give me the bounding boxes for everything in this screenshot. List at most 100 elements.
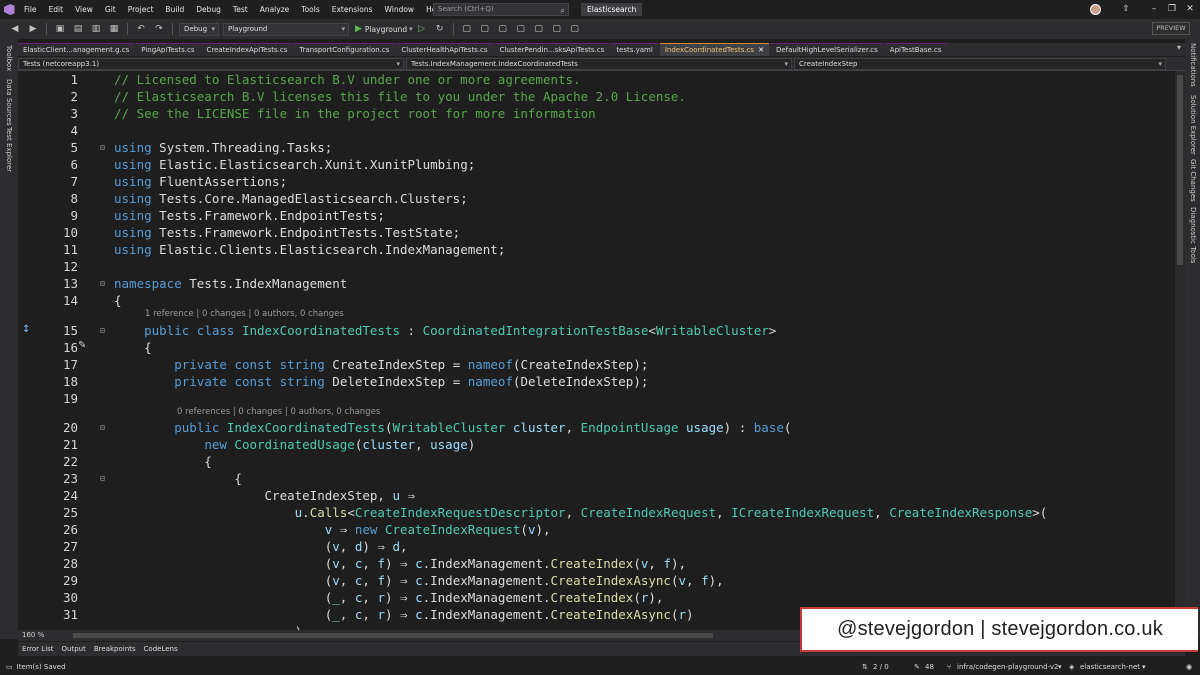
search-input[interactable]: Search (Ctrl+Q) ⌕ (433, 3, 569, 16)
tab-transportconfiguration[interactable]: TransportConfiguration.cs (294, 43, 395, 56)
close-tab-icon[interactable]: ✕ (758, 46, 764, 54)
tab-overflow-chevron-down-icon[interactable]: ▾ (1177, 43, 1181, 52)
tab-codelens[interactable]: CodeLens (140, 642, 182, 656)
avatar[interactable] (1090, 4, 1101, 15)
tab-clusterhealthapitests[interactable]: ClusterHealthApiTests.cs (396, 43, 493, 56)
code-line: { (114, 293, 122, 308)
tab-output[interactable]: Output (58, 642, 90, 656)
redo-icon[interactable]: ↷ (152, 22, 166, 36)
toolbar-button-icon[interactable]: ▢ (514, 22, 528, 36)
implementation-glyph-icon[interactable]: ↕ (22, 324, 30, 335)
scrollbar-thumb[interactable] (1177, 75, 1183, 265)
menu-test[interactable]: Test (227, 0, 254, 19)
menu-analyze[interactable]: Analyze (254, 0, 296, 19)
tab-indexcoordinatedtests[interactable]: IndexCoordinatedTests.cs ✕ (659, 43, 769, 56)
code-line: namespace Tests.IndexManagement (114, 276, 348, 291)
save-all-icon[interactable]: ▦ (107, 22, 121, 36)
hot-reload-icon[interactable]: ↻ (433, 22, 447, 36)
toolbox-tab[interactable]: Toolbox (5, 45, 13, 71)
line-number: 3 (70, 106, 78, 121)
forward-icon[interactable]: ▶ (26, 22, 40, 36)
project-dropdown[interactable]: Tests (netcoreapp3.1) (18, 57, 404, 70)
toolbar-button-icon[interactable]: ▢ (532, 22, 546, 36)
run-target-chevron-down-icon[interactable]: ▾ (409, 25, 413, 33)
collapse-icon[interactable]: ⊟ (100, 143, 105, 152)
run-target-button[interactable]: Playground (365, 25, 407, 34)
menu-tools[interactable]: Tools (295, 0, 325, 19)
type-dropdown[interactable]: Tests.IndexManagement.IndexCoordinatedTe… (406, 57, 792, 70)
preview-button[interactable]: PREVIEW (1152, 22, 1190, 35)
codelens-constructor[interactable]: 0 references | 0 changes | 0 authors, 0 … (177, 407, 380, 417)
repo-icon[interactable]: ◈ (1069, 660, 1074, 675)
code-line: (_, c, r) ⇒ c.IndexManagement.CreateInde… (114, 607, 694, 622)
member-dropdown[interactable]: CreateIndexStep (794, 57, 1166, 70)
close-icon[interactable]: ✕ (1176, 0, 1200, 19)
branch-chevron-down-icon[interactable]: ▾ (1058, 660, 1062, 675)
collapse-icon[interactable]: ⊟ (100, 423, 105, 432)
notifications-bell-icon[interactable]: ◉ (1186, 660, 1192, 675)
test-explorer-tab[interactable]: Test Explorer (5, 127, 13, 172)
solution-explorer-tab[interactable]: Solution Explorer (1189, 95, 1197, 155)
menu-file[interactable]: File (18, 0, 43, 19)
toolbar-button-icon[interactable]: ▢ (568, 22, 582, 36)
code-editor[interactable]: 1 2 3 4 5 6 7 8 9 10 11 12 13 14 15 16 1… (18, 71, 1180, 630)
collapse-icon[interactable]: ⊟ (100, 474, 105, 483)
vertical-scrollbar[interactable] (1175, 71, 1185, 630)
git-sync-count[interactable]: 2 / 0 (873, 660, 889, 675)
collapse-icon[interactable]: ⊟ (100, 279, 105, 288)
save-icon[interactable]: ▥ (89, 22, 103, 36)
visual-studio-logo-icon[interactable] (0, 0, 18, 19)
menu-git[interactable]: Git (99, 0, 122, 19)
tab-elasticclient[interactable]: ElasticClient...anagement.g.cs (18, 43, 135, 56)
configuration-dropdown[interactable]: Debug (179, 22, 219, 36)
menu-window[interactable]: Window (378, 0, 420, 19)
tab-apitestbase[interactable]: ApiTestBase.cs (884, 43, 947, 56)
tab-defaulthighlevelserializer[interactable]: DefaultHighLevelSerializer.cs (770, 43, 883, 56)
tab-breakpoints[interactable]: Breakpoints (90, 642, 140, 656)
tab-clusterpendingtasks[interactable]: ClusterPendin...sksApiTests.cs (494, 43, 610, 56)
start-without-debugging-icon[interactable]: ▷ (415, 22, 429, 36)
git-push-pull-icon[interactable]: ⇅ (862, 660, 868, 675)
tab-createindexapitests[interactable]: CreateIndexApiTests.cs (201, 43, 293, 56)
collapse-icon[interactable]: ⊟ (100, 326, 105, 335)
tab-tests-yaml[interactable]: tests.yaml (611, 43, 658, 56)
new-project-icon[interactable]: ▣ (53, 22, 67, 36)
line-number: 24 (62, 488, 78, 503)
menu-debug[interactable]: Debug (190, 0, 227, 19)
toolbar-button-icon[interactable]: ▢ (478, 22, 492, 36)
toolbar-button-icon[interactable]: ▢ (460, 22, 474, 36)
quick-actions-icon[interactable]: ✎ (78, 340, 86, 351)
git-branch[interactable]: infra/codegen-playground-v2 (957, 660, 1059, 675)
changes-count[interactable]: 48 (925, 660, 934, 675)
toolbar-button-icon[interactable]: ▢ (550, 22, 564, 36)
notifications-tab[interactable]: Notifications (1189, 43, 1197, 87)
codelens-class[interactable]: 1 reference | 0 changes | 0 authors, 0 c… (145, 309, 344, 319)
menu-build[interactable]: Build (159, 0, 190, 19)
tab-pingapitests[interactable]: PingApiTests.cs (136, 43, 200, 56)
pencil-icon[interactable]: ✎ (914, 660, 920, 675)
git-repository[interactable]: elasticsearch-net (1080, 660, 1140, 675)
undo-icon[interactable]: ↶ (134, 22, 148, 36)
branch-icon[interactable]: ⑂ (947, 660, 951, 675)
line-number: 25 (62, 505, 78, 520)
search-placeholder: Search (Ctrl+Q) (438, 5, 494, 13)
back-icon[interactable]: ◀ (8, 22, 22, 36)
repo-chevron-down-icon[interactable]: ▾ (1142, 660, 1146, 675)
toolbar-button-icon[interactable]: ▢ (496, 22, 510, 36)
data-sources-tab[interactable]: Data Sources (5, 79, 13, 126)
diagnostic-tools-tab[interactable]: Diagnostic Tools (1189, 207, 1197, 263)
line-number: 21 (62, 437, 78, 452)
zoom-level-dropdown[interactable]: 160 % (22, 630, 44, 641)
startup-project-dropdown[interactable]: Playground (223, 22, 349, 36)
menu-project[interactable]: Project (122, 0, 160, 19)
line-number: 28 (62, 556, 78, 571)
menu-extensions[interactable]: Extensions (326, 0, 379, 19)
start-debug-icon[interactable]: ▶ (355, 24, 362, 34)
menu-edit[interactable]: Edit (43, 0, 70, 19)
open-icon[interactable]: ▤ (71, 22, 85, 36)
horizontal-scrollbar[interactable] (73, 633, 713, 638)
git-changes-tab[interactable]: Git Changes (1189, 159, 1197, 202)
tab-error-list[interactable]: Error List (18, 642, 58, 656)
live-share-icon[interactable]: ⇧ (1112, 0, 1140, 19)
menu-view[interactable]: View (69, 0, 99, 19)
